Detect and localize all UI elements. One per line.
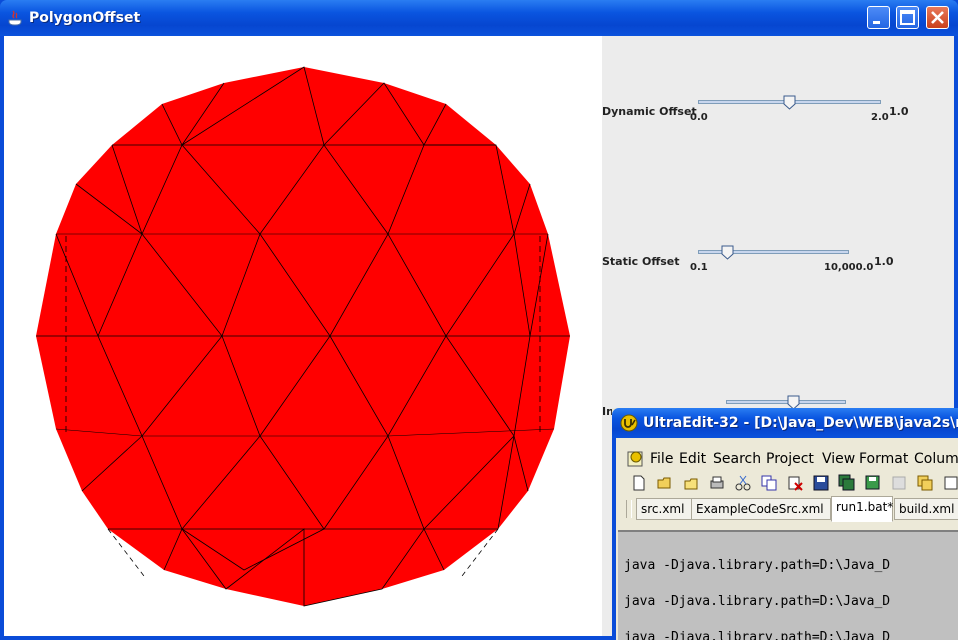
tab-examplecodesrc-xml[interactable]: ExampleCodeSrc.xml (691, 498, 831, 520)
close-button[interactable] (926, 6, 949, 29)
window-title: PolygonOffset (29, 10, 141, 26)
static-offset-value: 1.0 (874, 255, 894, 268)
menu-format[interactable]: Format (859, 451, 908, 467)
folder-icon[interactable] (682, 474, 700, 492)
dynamic-offset-value: 1.0 (889, 105, 909, 118)
overflow-icon[interactable] (942, 474, 958, 492)
dynamic-max-tick: 2.0 (871, 112, 889, 123)
print-icon[interactable] (708, 474, 726, 492)
menu-column[interactable]: Column (914, 451, 958, 467)
ultraedit-menubar: File Edit Search Project View Format Col… (616, 446, 958, 470)
ultraedit-title: UltraEdit-32 - [D:\Java_Dev\WEB\java2s\r… (643, 415, 958, 431)
tab-run1-bat[interactable]: run1.bat* (831, 496, 893, 522)
minimize-icon (873, 21, 880, 24)
cut-icon[interactable] (734, 474, 752, 492)
maximize-icon (900, 10, 915, 25)
code-line-2: java -Djava.library.path=D:\Java_D (624, 594, 891, 609)
tab-grip (626, 500, 632, 518)
ultraedit-editor[interactable]: java -Djava.library.path=D:\Java_D java … (618, 530, 958, 640)
static-offset-thumb[interactable] (720, 245, 736, 261)
document-menu-icon[interactable] (626, 448, 646, 468)
sphere-silhouette (36, 67, 570, 606)
menu-project[interactable]: Project (766, 451, 814, 467)
maximize-button[interactable] (896, 6, 919, 29)
dynamic-offset-label: Dynamic Offset (602, 105, 697, 118)
open-folder-icon[interactable] (656, 474, 674, 492)
code-line-1: java -Djava.library.path=D:\Java_D (624, 558, 891, 573)
save-all-icon[interactable] (838, 474, 856, 492)
render-canvas[interactable] (4, 36, 602, 636)
title-bar[interactable]: PolygonOffset (0, 0, 958, 36)
save-icon[interactable] (812, 474, 830, 492)
ultraedit-icon (620, 414, 638, 432)
tab-build-xml[interactable]: build.xml (894, 498, 958, 520)
menu-edit[interactable]: Edit (679, 451, 706, 467)
static-offset-label: Static Offset (602, 255, 680, 268)
static-min-tick: 0.1 (690, 262, 708, 273)
save-as-icon[interactable] (864, 474, 882, 492)
menu-search[interactable]: Search (713, 451, 761, 467)
new-file-icon[interactable] (630, 474, 648, 492)
ultraedit-file-tabs: src.xml ExampleCodeSrc.xml run1.bat* bui… (616, 496, 958, 524)
disabled-icon (892, 476, 906, 490)
copy-file-icon[interactable] (916, 474, 934, 492)
ultraedit-window: UltraEdit-32 - [D:\Java_Dev\WEB\java2s\r… (612, 408, 958, 640)
copy-icon[interactable] (760, 474, 778, 492)
minimize-button[interactable] (867, 6, 890, 29)
dynamic-min-tick: 0.0 (690, 112, 708, 123)
close-icon (931, 11, 944, 24)
java-icon (8, 10, 22, 26)
polygon-sphere (36, 66, 570, 607)
delete-icon[interactable] (786, 474, 804, 492)
ultraedit-toolbar (616, 474, 958, 496)
menu-file[interactable]: File (650, 451, 673, 467)
ultraedit-title-bar[interactable]: UltraEdit-32 - [D:\Java_Dev\WEB\java2s\r… (612, 408, 958, 438)
code-line-3: java -Djava.library.path=D:\Java_D (624, 630, 891, 640)
static-max-tick: 10,000.0 (824, 262, 874, 273)
menu-view[interactable]: View (822, 451, 855, 467)
dynamic-offset-thumb[interactable] (782, 95, 798, 111)
